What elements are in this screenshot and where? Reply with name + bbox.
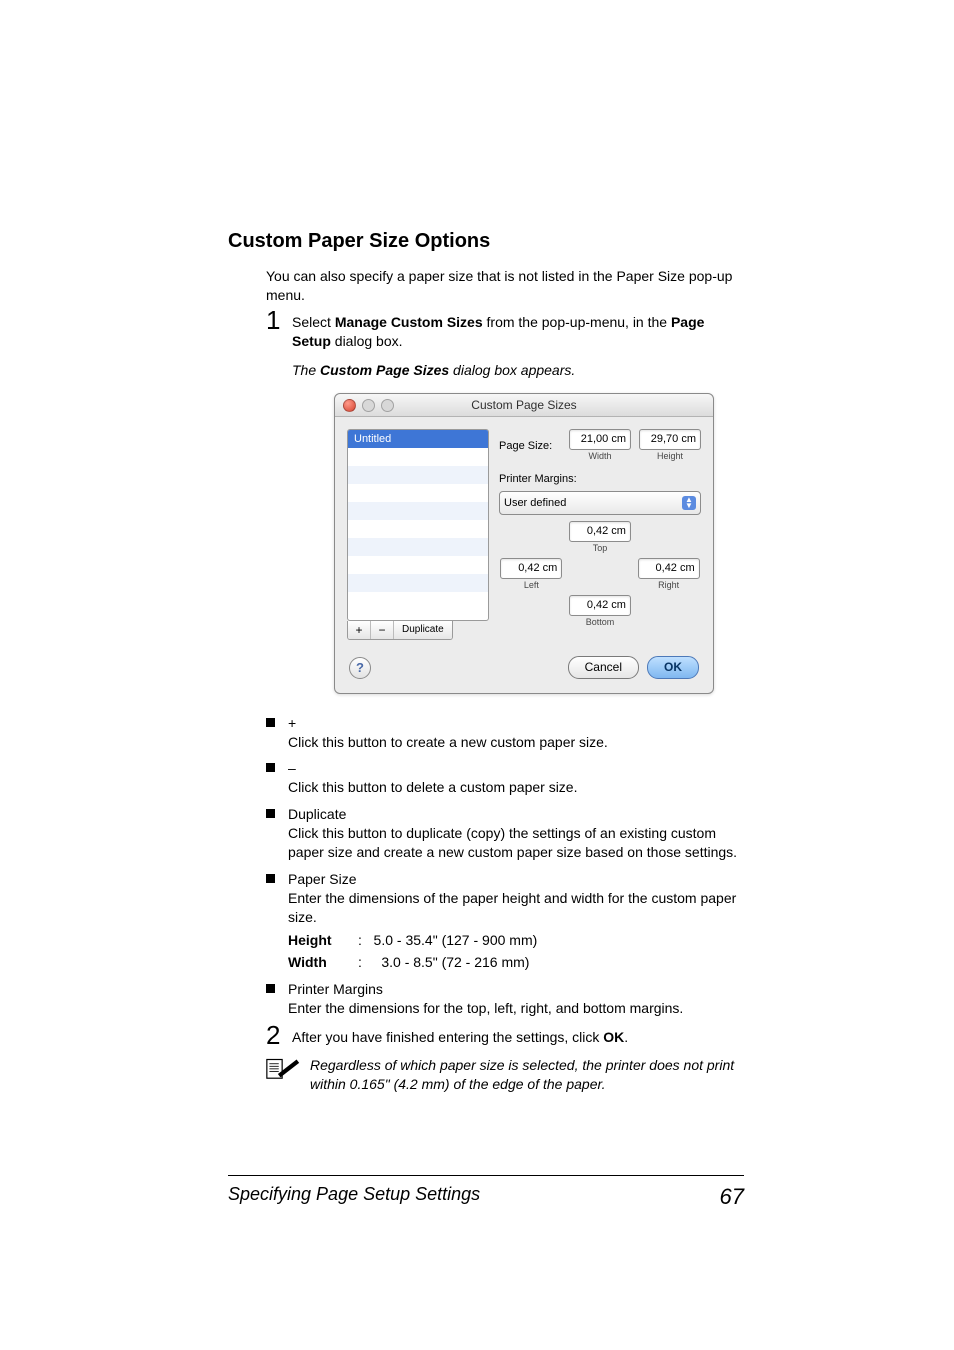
margins-select[interactable]: User defined ▲▼	[499, 491, 701, 515]
bullet-paper-size: Paper Size Enter the dimensions of the p…	[266, 870, 744, 972]
margin-top-field[interactable]: 0,42 cm	[569, 521, 631, 542]
bullet-duplicate: Duplicate Click this button to duplicate…	[266, 805, 744, 862]
step-1-number: 1	[266, 307, 292, 333]
margin-bottom-field[interactable]: 0,42 cm	[569, 595, 631, 616]
step-1-text: Select Manage Custom Sizes from the pop-…	[292, 311, 744, 351]
step-2-number: 2	[266, 1022, 292, 1048]
bullet-minus: – Click this button to delete a custom p…	[266, 759, 744, 797]
intro-text: You can also specify a paper size that i…	[266, 267, 744, 305]
height-field[interactable]: 29,70 cm	[639, 429, 701, 450]
dialog-title: Custom Page Sizes	[335, 397, 713, 413]
list-item[interactable]: Untitled	[348, 430, 488, 448]
note-text: Regardless of which paper size is select…	[310, 1056, 744, 1094]
size-list[interactable]: Untitled	[347, 429, 489, 621]
margin-right-field[interactable]: 0,42 cm	[638, 558, 700, 579]
custom-page-sizes-dialog: Custom Page Sizes Untitled +	[334, 393, 714, 693]
note-icon	[266, 1056, 300, 1085]
cancel-button[interactable]: Cancel	[568, 656, 639, 678]
printer-margins-label: Printer Margins:	[499, 472, 701, 487]
bullet-plus: + Click this button to create a new cust…	[266, 714, 744, 752]
section-heading: Custom Paper Size Options	[228, 230, 744, 253]
margin-left-field[interactable]: 0,42 cm	[500, 558, 562, 579]
help-button[interactable]: ?	[349, 657, 371, 679]
ok-button[interactable]: OK	[647, 656, 699, 678]
add-button[interactable]: +	[348, 621, 371, 639]
width-field[interactable]: 21,00 cm	[569, 429, 631, 450]
dialog-appears-caption: The Custom Page Sizes dialog box appears…	[292, 361, 744, 380]
duplicate-button[interactable]: Duplicate	[394, 621, 452, 639]
step-2-text: After you have finished entering the set…	[292, 1026, 744, 1047]
footer-section-title: Specifying Page Setup Settings	[228, 1184, 480, 1210]
page-number: 67	[720, 1184, 744, 1210]
chevron-up-down-icon: ▲▼	[682, 496, 696, 510]
bullet-printer-margins: Printer Margins Enter the dimensions for…	[266, 980, 744, 1018]
page-size-label: Page Size:	[499, 439, 561, 454]
remove-button[interactable]: −	[371, 621, 394, 639]
